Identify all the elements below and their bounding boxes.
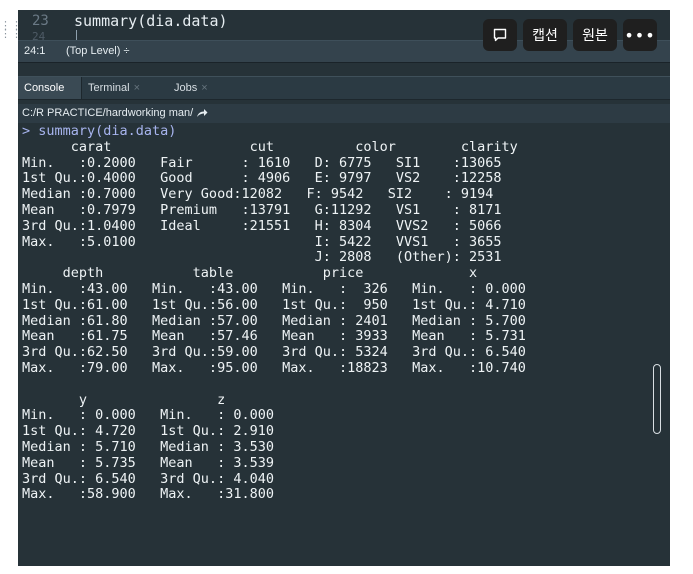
console-command: > summary(dia.data)	[22, 123, 177, 139]
console-text: > summary(dia.data) carat cut color clar…	[22, 123, 550, 503]
scope-dropdown[interactable]: (Top Level) ÷	[66, 45, 130, 57]
drag-handle-icon[interactable]: ⋮⋮ ⋮⋮	[0, 20, 22, 48]
tab-terminal[interactable]: Terminal ×	[82, 77, 168, 99]
close-icon[interactable]: ×	[134, 82, 140, 94]
original-button[interactable]: 원본	[573, 19, 617, 51]
console-output[interactable]: > summary(dia.data) carat cut color clar…	[18, 123, 670, 566]
tab-label: Jobs	[174, 82, 198, 94]
tab-label: Terminal	[88, 82, 130, 94]
tab-jobs[interactable]: Jobs ×	[168, 77, 228, 99]
path-text: C:/R PRACTICE/hardworking man/	[22, 107, 194, 119]
pane-tab-bar: Console Terminal × Jobs ×	[18, 76, 670, 100]
caption-button[interactable]: 캡션	[523, 19, 567, 51]
working-directory-path[interactable]: C:/R PRACTICE/hardworking man/	[22, 107, 208, 119]
floating-toolbar: 캡션 원본 •••	[483, 19, 657, 51]
speech-bubble-icon	[493, 28, 507, 42]
cursor-position: 24:1	[24, 45, 46, 57]
tab-label: Console	[24, 82, 65, 94]
scrollbar-thumb[interactable]	[653, 364, 661, 434]
close-icon[interactable]: ×	[201, 82, 207, 94]
comment-button[interactable]	[483, 19, 517, 51]
console-output-lines: carat cut color clarity Min. :0.2000 Fai…	[22, 138, 526, 503]
line-number: 23	[32, 13, 49, 29]
tab-console[interactable]: Console	[18, 77, 82, 99]
code-line[interactable]: summary(dia.data)	[74, 12, 228, 30]
rstudio-window: 23 24 summary(dia.data) 24:1 (Top Level)…	[18, 10, 670, 566]
working-directory-bar: C:/R PRACTICE/hardworking man/	[18, 104, 670, 123]
more-options-icon[interactable]: •••	[623, 19, 657, 51]
share-arrow-icon[interactable]	[196, 108, 208, 118]
